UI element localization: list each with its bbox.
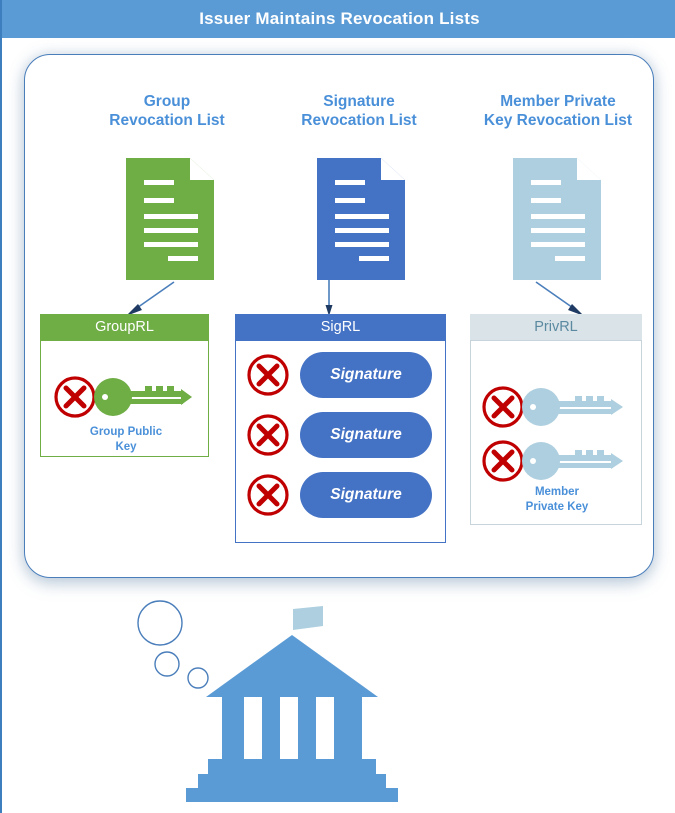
document-shape: [513, 158, 601, 280]
document-shape: [126, 158, 214, 280]
flag-icon: [293, 606, 323, 630]
slide-canvas: Issuer Maintains Revocation Lists Group …: [0, 0, 675, 813]
issuer-bank-illustration: [137, 600, 398, 802]
thought-bubble-small-icon: [187, 667, 209, 689]
caption-group-public-key-line1: Group Public: [89, 426, 163, 438]
revocation-list-header-private-key: PrivRL: [470, 314, 642, 340]
red-x-circle-icon: [247, 474, 289, 516]
key-icon: [522, 388, 623, 426]
revocation-list-header-group: GroupRL: [40, 314, 209, 340]
caption-group-public-key: Group Public Key: [55, 425, 197, 455]
red-x-circle-icon: [482, 386, 524, 428]
arrow-down-right-icon: [535, 281, 584, 316]
signature-pill[interactable]: Signature: [300, 352, 432, 398]
bank-step-top: [208, 759, 376, 774]
document-icon-group-revocation-list: [126, 158, 214, 280]
key-icon: [94, 378, 192, 416]
column-heading-private-key-line2: Key Revocation List: [483, 112, 633, 129]
page-title: Issuer Maintains Revocation Lists: [199, 9, 480, 28]
bank-column-gap: [280, 697, 298, 759]
document-icon-signature-revocation-list: [317, 158, 405, 280]
red-x-circle-icon: [247, 354, 289, 396]
column-heading-group-line1: Group: [143, 93, 191, 110]
caption-group-public-key-line2: Key: [115, 441, 137, 453]
bank-column-gap: [316, 697, 334, 759]
revocation-list-body-group: Group Public Key: [40, 340, 209, 457]
thought-bubble-medium-icon: [154, 651, 180, 677]
red-x-circle-icon: [54, 376, 96, 418]
revocation-list-body-private-key: Member Private Key: [470, 340, 642, 525]
bank-roof: [206, 635, 378, 697]
column-heading-private-key-line1: Member Private: [500, 93, 616, 110]
revocation-list-box-private-key[interactable]: PrivRL Member Private Key: [470, 314, 642, 525]
revocation-list-box-signature[interactable]: SigRL Signature Signature Signature: [235, 314, 446, 543]
key-icon: [522, 442, 623, 480]
thought-bubble-large-icon: [137, 600, 183, 646]
arrow-down-icon: [325, 280, 333, 316]
bank-step-middle: [198, 774, 386, 788]
caption-member-private-key-line1: Member: [534, 486, 580, 498]
column-heading-group-line2: Revocation List: [109, 112, 225, 129]
bank-column-gap: [244, 697, 262, 759]
signature-pill[interactable]: Signature: [300, 412, 432, 458]
column-heading-group: Group Revocation List: [92, 92, 242, 130]
column-heading-signature-line2: Revocation List: [301, 112, 417, 129]
red-x-circle-icon: [247, 414, 289, 456]
column-heading-signature-line1: Signature: [323, 93, 395, 110]
arrow-down-left-icon: [126, 281, 175, 316]
column-heading-private-key: Member Private Key Revocation List: [470, 92, 646, 130]
column-heading-signature: Signature Revocation List: [284, 92, 434, 130]
bank-step-bottom: [186, 788, 398, 802]
document-shape: [317, 158, 405, 280]
caption-member-private-key-line2: Private Key: [525, 501, 589, 513]
slide-title-bar: Issuer Maintains Revocation Lists: [2, 0, 675, 38]
red-x-circle-icon: [482, 440, 524, 482]
document-icon-private-key-revocation-list: [513, 158, 601, 280]
caption-member-private-key: Member Private Key: [491, 485, 623, 515]
revocation-list-box-group[interactable]: GroupRL Group Public Key: [40, 314, 209, 457]
revocation-list-body-signature: Signature Signature Signature: [235, 340, 446, 543]
signature-pill[interactable]: Signature: [300, 472, 432, 518]
revocation-list-header-signature: SigRL: [235, 314, 446, 340]
